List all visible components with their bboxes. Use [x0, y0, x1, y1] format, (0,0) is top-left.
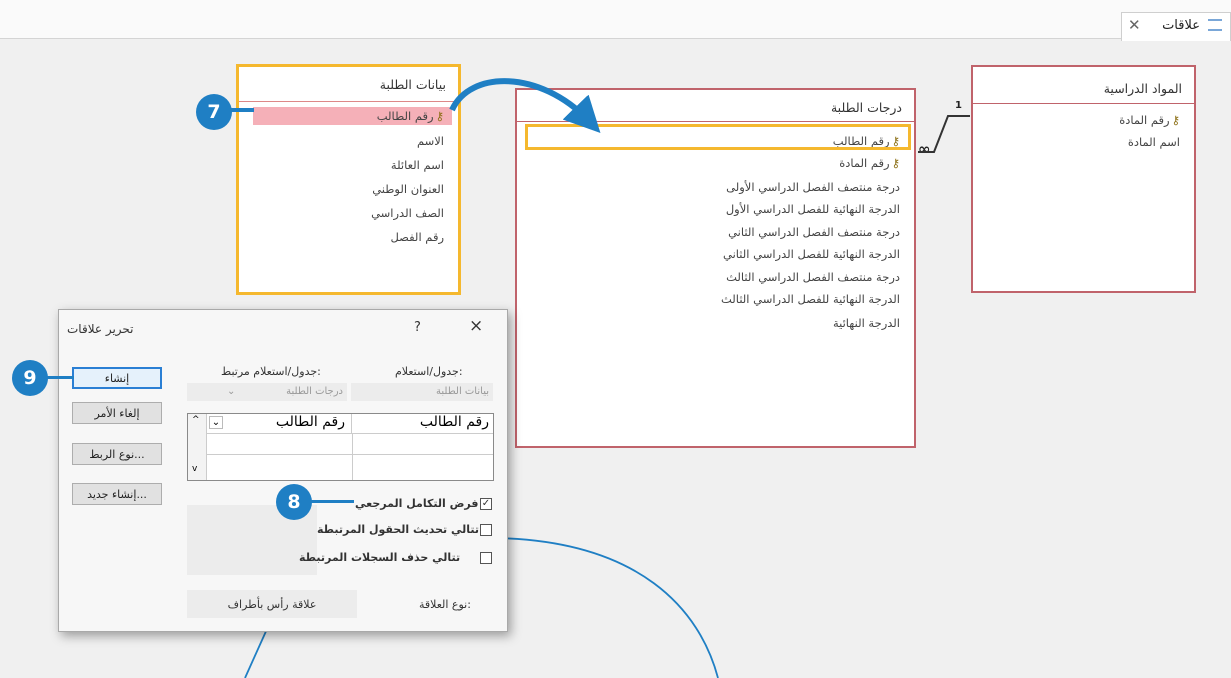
- relationship-type-label: نوع العلاقة:: [419, 598, 471, 611]
- join-type-button[interactable]: نوع الربط...: [72, 443, 162, 465]
- create-button[interactable]: إنشاء: [72, 367, 162, 389]
- dropdown-arrow-icon: ⌄: [227, 386, 236, 397]
- edit-relationships-dialog: تحرير علاقات ? × إنشاء إلغاء الأمر نوع ا…: [58, 309, 508, 632]
- cascade-delete-label: تتالي حذف السجلات المرتبطة: [299, 551, 461, 564]
- grid-scrollbar[interactable]: ^ v: [188, 414, 207, 480]
- relationships-workspace: علاقات ✕ بيانات الطلبة رقم الطالب ⚷ الاسم…: [0, 0, 1231, 678]
- field-grid: ^ v ⌄ رقم الطالب رقم الطالب: [187, 413, 494, 481]
- callout-9-connector: [46, 376, 74, 379]
- close-icon[interactable]: ×: [469, 316, 483, 336]
- callout-pointer-line: [492, 537, 719, 678]
- cascade-update-checkbox[interactable]: [480, 524, 492, 536]
- table-label: جدول/استعلام:: [395, 365, 463, 378]
- dialog-title: تحرير علاقات: [67, 322, 134, 336]
- related-table-label: جدول/استعلام مرتبط:: [221, 365, 321, 378]
- drag-arrow: [449, 78, 601, 133]
- enforce-integrity-checkbox[interactable]: ✓: [480, 498, 492, 510]
- relationship-type-value: علاقة رأس بأطراف: [227, 597, 317, 611]
- cancel-button[interactable]: إلغاء الأمر: [72, 402, 162, 424]
- grid-cell-primary[interactable]: رقم الطالب: [352, 414, 493, 434]
- callout-8-connector: [310, 500, 354, 503]
- grid-cell-related[interactable]: ⌄ رقم الطالب: [207, 414, 352, 434]
- scroll-down-icon[interactable]: v: [192, 464, 197, 474]
- grid-related-field: رقم الطالب: [275, 414, 345, 430]
- related-select-value: درجات الطلبة: [286, 386, 343, 397]
- enforce-integrity-label: فرض التكامل المرجعي: [355, 497, 479, 510]
- grid-primary-field: رقم الطالب: [419, 414, 489, 430]
- callout-8: 8: [276, 484, 312, 520]
- table-select-value: بيانات الطلبة: [436, 386, 489, 397]
- relationship-type-value-box: علاقة رأس بأطراف: [187, 590, 357, 618]
- callout-9: 9: [12, 360, 48, 396]
- table-select[interactable]: بيانات الطلبة: [351, 383, 493, 401]
- help-icon[interactable]: ?: [414, 320, 421, 335]
- callout-7-connector: [230, 108, 254, 112]
- grid-dropdown-icon[interactable]: ⌄: [209, 416, 223, 429]
- relationship-line: [918, 115, 970, 153]
- scroll-up-icon[interactable]: ^: [192, 415, 200, 425]
- grid-divider: [352, 434, 353, 480]
- related-table-select[interactable]: ⌄ درجات الطلبة: [187, 383, 347, 401]
- callout-7: 7: [196, 94, 232, 130]
- cascade-delete-checkbox[interactable]: [480, 552, 492, 564]
- grid-empty-row: [207, 434, 493, 455]
- cascade-update-label: تتالي تحديث الحقول المرتبطة: [317, 523, 479, 536]
- create-new-button[interactable]: إنشاء جديد...: [72, 483, 162, 505]
